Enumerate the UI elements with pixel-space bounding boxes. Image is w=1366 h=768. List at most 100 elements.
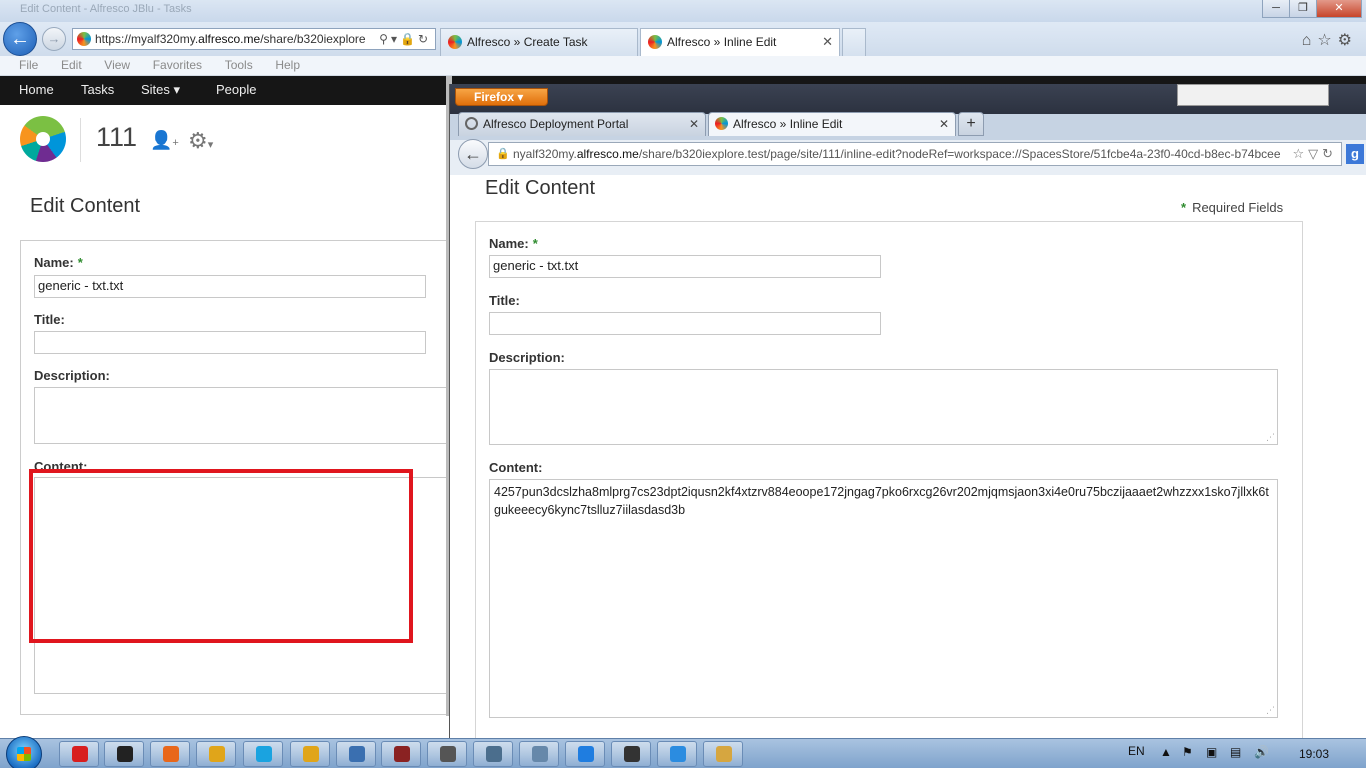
content-field[interactable]: 4257pun3dcslzha8mlprg7cs23dpt2iqusn2kf4x… [489,479,1278,718]
name-field[interactable]: generic - txt.txt [489,255,881,278]
alfresco-favicon-icon [648,35,662,49]
url-suffix: /share/b320iexplore.test/page/site/111/i… [638,147,1281,161]
address-bar-icons[interactable]: ⚲▾🔒↻ [379,29,431,49]
taskbar-archive-button[interactable] [381,741,421,767]
taskbar-chrome-button[interactable] [196,741,236,767]
tab-label: Alfresco Deployment Portal [483,117,629,131]
ff-tab-inline-edit[interactable]: Alfresco » Inline Edit ✕ [708,112,956,136]
home-icon[interactable]: ⌂ [1302,32,1318,49]
maximize-button[interactable]: ❐ [1289,0,1317,18]
search-box[interactable] [1177,84,1329,106]
taskbar-calculator-button[interactable] [519,741,559,767]
ie-navigation-bar: ← → https://myalf320my.alfresco.me/share… [0,22,1366,56]
firefox-menu-button[interactable]: Firefox ▾ [455,88,548,106]
taskbar-browser-button[interactable] [565,741,605,767]
description-field[interactable] [34,387,450,444]
menu-view[interactable]: View [104,56,130,72]
title-field[interactable] [489,312,881,335]
ff-tab-deployment-portal[interactable]: Alfresco Deployment Portal ✕ [458,112,706,136]
action-center-flag-icon[interactable]: ⚑ [1182,745,1193,759]
tray-expand-icon[interactable]: ▲ [1160,745,1172,759]
taskbar-firefox-button[interactable] [150,741,190,767]
page-title: Edit Content [485,177,596,199]
ie-address-bar[interactable]: https://myalf320my.alfresco.me/share/b32… [72,28,436,50]
close-tab-icon[interactable]: ✕ [689,113,699,135]
dropdown-icon[interactable]: ▽ [1308,146,1322,161]
ie-tab-create-task[interactable]: Alfresco » Create Task [440,28,638,56]
refresh-icon[interactable]: ↻ [418,32,431,46]
chrome-icon [209,746,225,762]
opera-icon [72,746,88,762]
nav-tasks[interactable]: Tasks [81,82,114,97]
back-arrow-icon: ← [464,144,482,164]
gear-icon[interactable]: ⚙ [1338,32,1358,49]
required-mark: * [532,236,538,251]
taskbar-device-button[interactable] [611,741,651,767]
taskbar-ie-edit-button[interactable] [657,741,697,767]
star-icon[interactable]: ☆ [1317,32,1337,49]
archive-icon [394,746,410,762]
nav-home[interactable]: Home [19,82,54,97]
dropdown-icon[interactable]: ▾ [391,32,400,46]
taskbar-outlook-button[interactable] [290,741,330,767]
required-mark: * [77,255,83,270]
nav-people[interactable]: People [216,82,256,97]
new-tab-button[interactable]: + [958,112,984,136]
clock[interactable]: 19:03 [1299,747,1329,761]
language-indicator[interactable]: EN [1128,744,1145,758]
description-label: Description: [489,350,565,365]
resize-grip-icon[interactable]: ⋰ [1266,706,1275,715]
taskbar-opera-button[interactable] [59,741,99,767]
site-config-gear-icon[interactable]: ⚙▾ [188,128,213,154]
taskbar-skype-button[interactable] [243,741,283,767]
close-window-button[interactable]: ✕ [1316,0,1362,18]
add-user-icon[interactable]: 👤+ [150,130,179,151]
ie-new-tab-button[interactable] [842,28,866,56]
ff-back-button[interactable]: ← [458,139,488,169]
ie-edit-icon [670,746,686,762]
close-tab-icon[interactable]: ✕ [822,29,833,55]
menu-file[interactable]: File [19,56,38,72]
content-label: Content: [489,460,543,475]
start-button[interactable] [6,736,42,768]
ie-toolbar-icons: ⌂☆⚙ [1302,30,1358,50]
description-label: Description: [34,368,110,383]
taskbar-terminal-button[interactable] [104,741,144,767]
taskbar-editor-button[interactable] [473,741,513,767]
name-field[interactable]: generic - txt.txt [34,275,426,298]
ie-window-title: Edit Content - Alfresco JBlu - Tasks [20,3,192,15]
forward-button[interactable]: → [42,27,66,51]
address-prefix: https://myalf320my. [95,32,199,46]
alfresco-logo[interactable] [20,116,66,162]
highlight-annotation [29,469,413,643]
search-icon[interactable]: ⚲ [379,32,391,46]
firefox-icon [163,746,179,762]
description-field[interactable]: ⋰ [489,369,1278,445]
resize-grip-icon[interactable]: ⋰ [1266,433,1275,442]
taskbar-explorer-button[interactable] [703,741,743,767]
back-button[interactable]: ← [3,22,37,56]
google-search-icon[interactable]: g [1346,144,1364,164]
title-field[interactable] [34,331,426,354]
reload-icon[interactable]: ↻ [1322,146,1337,161]
nav-sites[interactable]: Sites ▾ [141,82,180,98]
lock-icon: 🔒 [496,148,510,160]
bookmark-star-icon[interactable]: ☆ [1292,146,1308,161]
menu-edit[interactable]: Edit [61,56,82,72]
lock-icon[interactable]: 🔒 [400,32,418,46]
terminal-icon [117,746,133,762]
minimize-button[interactable]: ─ [1262,0,1290,18]
close-tab-icon[interactable]: ✕ [939,113,949,135]
ie-menu-bar: File Edit View Favorites Tools Help [0,56,1366,76]
taskbar-network-button[interactable] [336,741,376,767]
menu-tools[interactable]: Tools [225,56,253,72]
device-icon[interactable]: ▣ [1206,745,1217,759]
volume-icon[interactable]: 🔊 [1254,745,1269,759]
tab-label: Alfresco » Inline Edit [733,117,843,131]
taskbar-tool-button[interactable] [427,741,467,767]
menu-favorites[interactable]: Favorites [153,56,202,72]
menu-help[interactable]: Help [275,56,300,72]
network-icon[interactable]: ▤ [1230,745,1241,759]
ie-tab-inline-edit[interactable]: Alfresco » Inline Edit ✕ [640,28,840,56]
ff-url-bar[interactable]: 🔒 nyalf320my.alfresco.me/share/b320iexpl… [488,142,1342,166]
